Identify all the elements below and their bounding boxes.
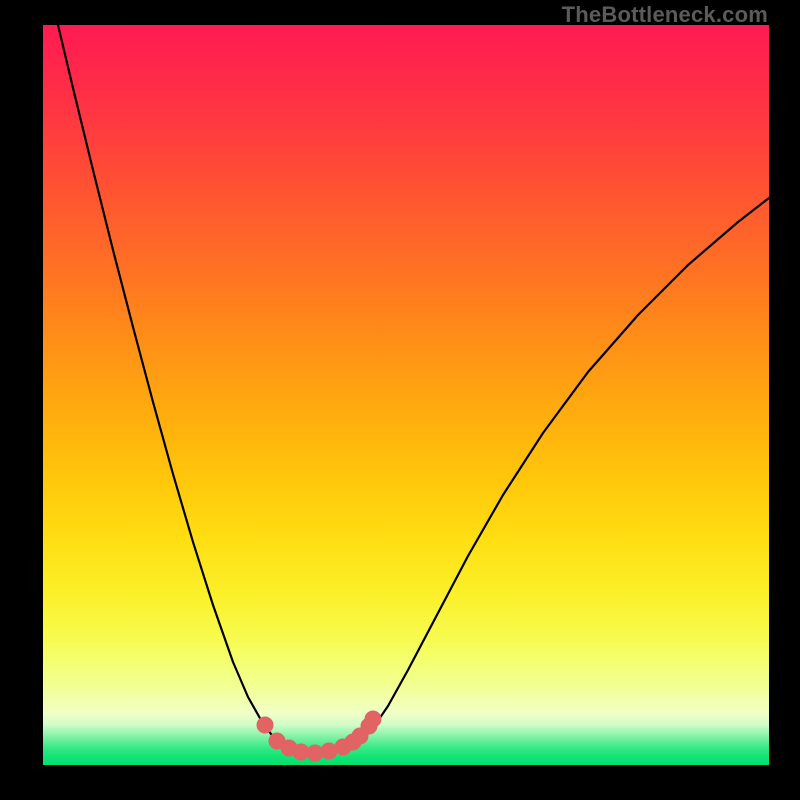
highlight-dot: [321, 743, 337, 759]
highlight-dot: [307, 745, 323, 761]
bottleneck-curve: [58, 25, 769, 753]
highlight-dot: [257, 717, 273, 733]
highlight-markers: [257, 711, 381, 761]
highlight-dot: [365, 711, 381, 727]
chart-frame: TheBottleneck.com: [0, 0, 800, 800]
curve-layer: [43, 25, 769, 765]
watermark-text: TheBottleneck.com: [562, 2, 768, 28]
